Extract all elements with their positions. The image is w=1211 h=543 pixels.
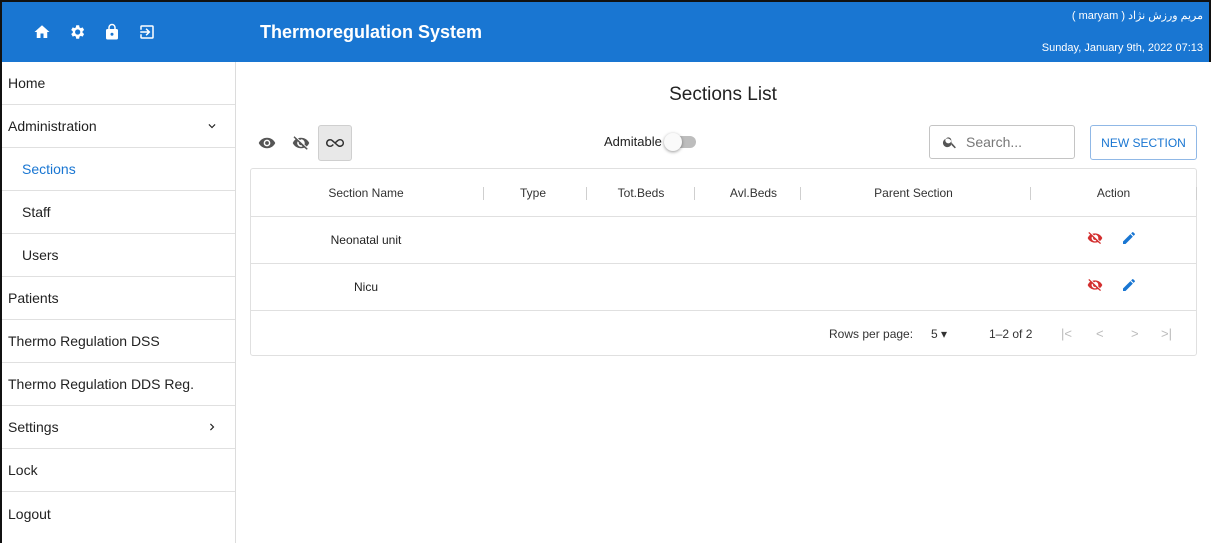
column-separator: [1030, 187, 1031, 200]
sidebar-item-label: Staff: [22, 204, 51, 220]
table-header: Section Name Type Tot.Beds Avl.Beds Pare…: [251, 169, 1197, 217]
column-separator: [800, 187, 801, 200]
infinity-icon: [326, 138, 344, 148]
rows-per-page-label: Rows per page:: [829, 327, 914, 341]
search-input[interactable]: [966, 134, 1066, 150]
sidebar-item-sections[interactable]: Sections: [2, 148, 235, 191]
column-separator: [1196, 187, 1197, 200]
sidebar-item-label: Home: [8, 75, 46, 91]
switch-knob: [663, 132, 682, 151]
first-page-icon[interactable]: |<: [1061, 326, 1072, 341]
next-page-icon[interactable]: >: [1131, 326, 1139, 341]
sidebar-item-thermo-dss[interactable]: Thermo Regulation DSS: [2, 320, 235, 363]
chevron-right-icon: [210, 423, 215, 431]
column-header-avl-beds[interactable]: Avl.Beds: [716, 186, 791, 200]
last-page-icon[interactable]: >|: [1161, 326, 1172, 341]
sidebar-item-users[interactable]: Users: [2, 234, 235, 277]
admitable-label: Admitable: [604, 134, 662, 149]
sidebar-item-settings[interactable]: Settings: [2, 406, 235, 449]
prev-page-icon[interactable]: <: [1096, 326, 1104, 341]
sidebar-item-label: Patients: [8, 290, 59, 306]
sidebar-item-label: Lock: [8, 462, 38, 478]
sidebar-item-label: Administration: [8, 118, 97, 134]
row-actions: [1087, 277, 1137, 293]
sidebar: Home Administration Sections Staff Users…: [0, 62, 236, 543]
sidebar-item-thermo-dds-reg[interactable]: Thermo Regulation DDS Reg.: [2, 363, 235, 406]
eye-off-icon: [292, 136, 310, 150]
section-name-cell: Neonatal unit: [330, 233, 402, 247]
show-all-toggle[interactable]: [318, 125, 352, 161]
sidebar-item-administration[interactable]: Administration: [2, 105, 235, 148]
sidebar-item-label: Settings: [8, 419, 59, 435]
chevron-down-icon: [208, 124, 216, 129]
column-header-type[interactable]: Type: [513, 186, 553, 200]
table-row: Neonatal unit: [251, 217, 1196, 264]
admitable-filter: Admitable: [604, 132, 696, 151]
sidebar-item-patients[interactable]: Patients: [2, 277, 235, 320]
edit-icon[interactable]: [1121, 277, 1137, 293]
page-title: Sections List: [669, 84, 777, 105]
sidebar-item-logout[interactable]: Logout: [2, 492, 235, 535]
top-icon-bar: [2, 2, 238, 62]
column-header-action: Action: [1096, 186, 1131, 200]
user-name: مریم ورزش نژاد ( maryam ): [1071, 10, 1203, 22]
rows-per-page-select[interactable]: 5 ▾: [931, 327, 947, 341]
sidebar-item-lock[interactable]: Lock: [2, 449, 235, 492]
admitable-switch[interactable]: [663, 132, 696, 151]
sidebar-item-label: Sections: [22, 161, 76, 177]
search-box: [929, 125, 1075, 159]
eye-icon: [258, 137, 276, 149]
new-section-button[interactable]: NEW SECTION: [1090, 125, 1197, 160]
column-header-section-name[interactable]: Section Name: [291, 186, 441, 200]
home-icon[interactable]: [24, 20, 59, 44]
show-hidden-toggle[interactable]: [284, 125, 318, 161]
sidebar-item-label: Thermo Regulation DSS: [8, 333, 160, 349]
row-actions: [1087, 230, 1137, 246]
top-bar: Thermoregulation System مریم ورزش نژاد (…: [0, 0, 1211, 62]
edit-icon[interactable]: [1121, 230, 1137, 246]
sidebar-item-label: Thermo Regulation DDS Reg.: [8, 376, 194, 392]
column-separator: [694, 187, 695, 200]
column-separator: [483, 187, 484, 200]
search-icon: [942, 137, 956, 149]
hide-icon[interactable]: [1087, 277, 1103, 293]
column-header-parent-section[interactable]: Parent Section: [851, 186, 976, 200]
app-title: Thermoregulation System: [260, 22, 483, 42]
gear-icon[interactable]: [59, 20, 94, 44]
sections-table: Section Name Type Tot.Beds Avl.Beds Pare…: [250, 168, 1197, 356]
current-datetime: Sunday, January 9th, 2022 07:13: [1041, 42, 1203, 54]
sidebar-item-home[interactable]: Home: [2, 62, 235, 105]
table-pagination: Rows per page: 5 ▾ 1–2 of 2 |< < > >|: [251, 311, 1196, 356]
view-toggle-group: [250, 125, 352, 161]
pagination-range: 1–2 of 2: [989, 327, 1033, 341]
lock-icon[interactable]: [94, 20, 129, 44]
sidebar-item-label: Logout: [8, 505, 51, 522]
section-name-cell: Nicu: [353, 280, 378, 294]
column-separator: [586, 187, 587, 200]
sidebar-item-label: Users: [22, 247, 59, 263]
sidebar-item-staff[interactable]: Staff: [2, 191, 235, 234]
table-row: Nicu: [251, 264, 1196, 311]
logout-icon[interactable]: [129, 20, 164, 44]
show-visible-toggle[interactable]: [250, 125, 284, 161]
hide-icon[interactable]: [1087, 230, 1103, 246]
rows-per-page-value: 5: [931, 327, 938, 341]
column-header-tot-beds[interactable]: Tot.Beds: [606, 186, 676, 200]
